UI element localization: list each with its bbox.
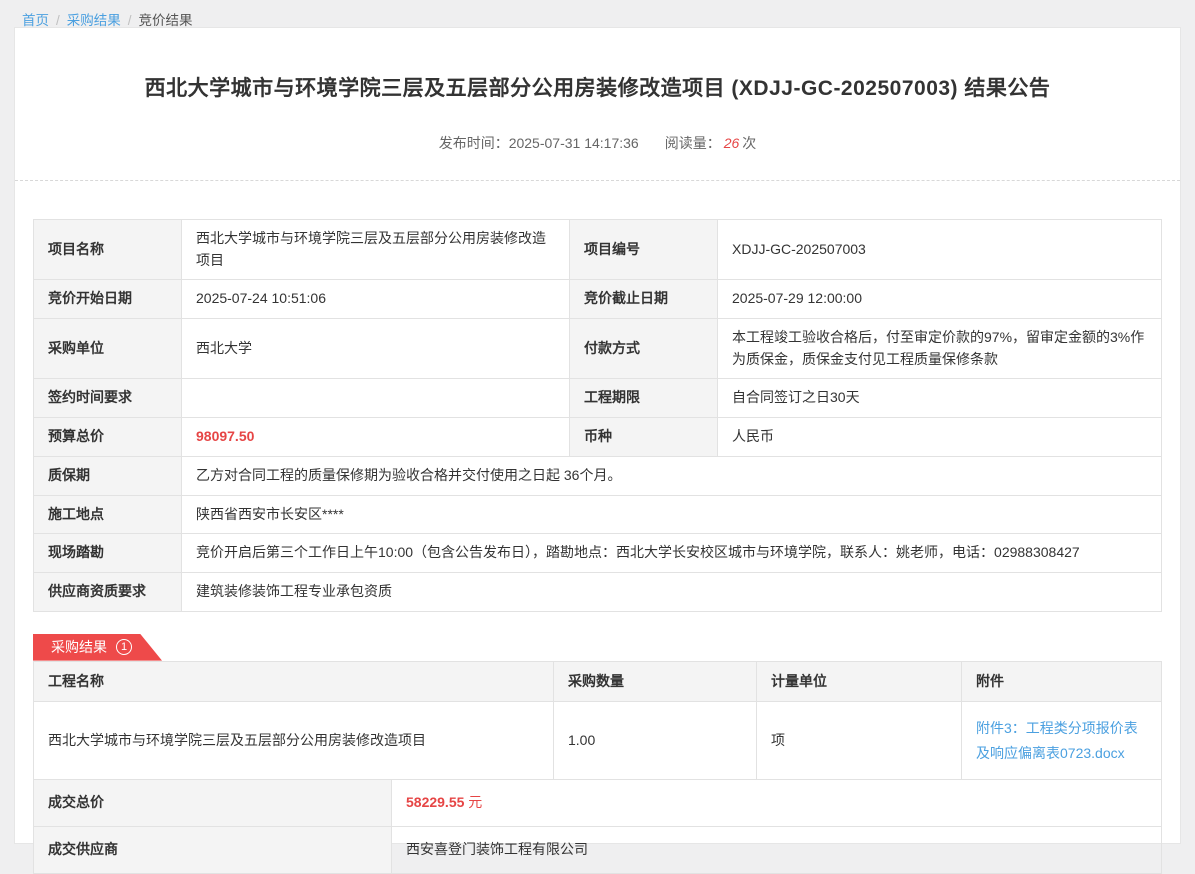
- field-label-location: 施工地点: [34, 495, 182, 534]
- field-value-site-visit: 竞价开启后第三个工作日上午10:00（包含公告发布日），踏勘地点：西北大学长安校…: [182, 534, 1162, 573]
- table-header-row: 工程名称 采购数量 计量单位 附件: [34, 661, 1162, 702]
- table-row: 西北大学城市与环境学院三层及五层部分公用房装修改造项目 1.00 项 附件3：工…: [34, 702, 1162, 780]
- column-header-project-name: 工程名称: [34, 661, 554, 702]
- breadcrumb-level2-link[interactable]: 采购结果: [67, 13, 121, 28]
- views-label: 阅读量：: [665, 135, 721, 151]
- deal-price-label: 成交总价: [34, 780, 392, 827]
- field-label-qualification: 供应商资质要求: [34, 572, 182, 611]
- field-value-budget: 98097.50: [182, 418, 570, 457]
- field-value-project-name: 西北大学城市与环境学院三层及五层部分公用房装修改造项目: [182, 220, 570, 280]
- field-value-duration: 自合同签订之日30天: [718, 379, 1162, 418]
- breadcrumb-home-link[interactable]: 首页: [22, 13, 49, 28]
- field-value-location: 陕西省西安市长安区****: [182, 495, 1162, 534]
- result-quantity: 1.00: [554, 702, 757, 780]
- breadcrumb: 首页 / 采购结果 / 竞价结果: [0, 0, 1195, 27]
- column-header-quantity: 采购数量: [554, 661, 757, 702]
- publish-time-label: 发布时间：: [439, 135, 509, 151]
- field-value-purchaser: 西北大学: [182, 319, 570, 379]
- project-info-table: 项目名称 西北大学城市与环境学院三层及五层部分公用房装修改造项目 项目编号 XD…: [33, 219, 1162, 612]
- field-value-currency: 人民币: [718, 418, 1162, 457]
- result-project-name: 西北大学城市与环境学院三层及五层部分公用房装修改造项目: [34, 702, 554, 780]
- table-row: 成交供应商 西安喜登门装饰工程有限公司: [34, 826, 1162, 873]
- table-row: 质保期 乙方对合同工程的质量保修期为验收合格并交付使用之日起 36个月。: [34, 456, 1162, 495]
- column-header-unit: 计量单位: [757, 661, 962, 702]
- purchase-result-table: 工程名称 采购数量 计量单位 附件 西北大学城市与环境学院三层及五层部分公用房装…: [33, 661, 1162, 781]
- attachment-link[interactable]: 附件3：工程类分项报价表及响应偏离表0723.docx: [976, 720, 1138, 761]
- table-row: 现场踏勘 竞价开启后第三个工作日上午10:00（包含公告发布日），踏勘地点：西北…: [34, 534, 1162, 573]
- deal-price-value: 58229.55 元: [392, 780, 1162, 827]
- result-unit: 项: [757, 702, 962, 780]
- field-label-warranty: 质保期: [34, 456, 182, 495]
- table-row: 施工地点 陕西省西安市长安区****: [34, 495, 1162, 534]
- views-count: 26: [724, 135, 740, 151]
- field-label-project-no: 项目编号: [570, 220, 718, 280]
- breadcrumb-separator: /: [128, 13, 132, 28]
- table-row: 成交总价 58229.55 元: [34, 780, 1162, 827]
- field-value-payment: 本工程竣工验收合格后，付至审定价款的97%，留审定金额的3%作为质保金，质保金支…: [718, 319, 1162, 379]
- field-value-project-no: XDJJ-GC-202507003: [718, 220, 1162, 280]
- field-label-purchaser: 采购单位: [34, 319, 182, 379]
- publish-meta: 发布时间：2025-07-31 14:17:36 阅读量：26次: [33, 133, 1162, 153]
- deal-price-number: 58229.55: [406, 794, 464, 810]
- purchase-result-badge: 采购结果 1: [33, 634, 162, 661]
- breadcrumb-separator: /: [56, 13, 60, 28]
- deal-supplier-label: 成交供应商: [34, 826, 392, 873]
- table-row: 签约时间要求 工程期限 自合同签订之日30天: [34, 379, 1162, 418]
- publish-time-value: 2025-07-31 14:17:36: [509, 135, 639, 151]
- field-label-site-visit: 现场踏勘: [34, 534, 182, 573]
- field-label-start-date: 竞价开始日期: [34, 280, 182, 319]
- field-value-warranty: 乙方对合同工程的质量保修期为验收合格并交付使用之日起 36个月。: [182, 456, 1162, 495]
- column-header-attachment: 附件: [962, 661, 1162, 702]
- field-label-payment: 付款方式: [570, 319, 718, 379]
- table-row: 竞价开始日期 2025-07-24 10:51:06 竞价截止日期 2025-0…: [34, 280, 1162, 319]
- table-row: 采购单位 西北大学 付款方式 本工程竣工验收合格后，付至审定价款的97%，留审定…: [34, 319, 1162, 379]
- field-label-end-date: 竞价截止日期: [570, 280, 718, 319]
- field-label-sign-time: 签约时间要求: [34, 379, 182, 418]
- table-row: 预算总价 98097.50 币种 人民币: [34, 418, 1162, 457]
- table-row: 项目名称 西北大学城市与环境学院三层及五层部分公用房装修改造项目 项目编号 XD…: [34, 220, 1162, 280]
- field-value-start-date: 2025-07-24 10:51:06: [182, 280, 570, 319]
- deal-supplier-value: 西安喜登门装饰工程有限公司: [392, 826, 1162, 873]
- result-attachment-cell: 附件3：工程类分项报价表及响应偏离表0723.docx: [962, 702, 1162, 780]
- field-label-budget: 预算总价: [34, 418, 182, 457]
- badge-label: 采购结果: [51, 637, 107, 657]
- field-label-project-name: 项目名称: [34, 220, 182, 280]
- announcement-card: 西北大学城市与环境学院三层及五层部分公用房装修改造项目 (XDJJ-GC-202…: [14, 27, 1181, 844]
- field-value-sign-time: [182, 379, 570, 418]
- breadcrumb-current: 竞价结果: [139, 13, 193, 28]
- field-label-currency: 币种: [570, 418, 718, 457]
- deal-price-unit: 元: [468, 794, 482, 810]
- page-title: 西北大学城市与环境学院三层及五层部分公用房装修改造项目 (XDJJ-GC-202…: [33, 28, 1162, 102]
- badge-count: 1: [116, 639, 132, 655]
- dashed-divider: [15, 180, 1180, 181]
- views-unit: 次: [742, 135, 756, 151]
- field-value-end-date: 2025-07-29 12:00:00: [718, 280, 1162, 319]
- purchase-result-section: 采购结果 1 工程名称 采购数量 计量单位 附件 西北大学城市与环境学院三层及五…: [33, 634, 1162, 874]
- field-label-duration: 工程期限: [570, 379, 718, 418]
- deal-summary-table: 成交总价 58229.55 元 成交供应商 西安喜登门装饰工程有限公司: [33, 779, 1162, 873]
- field-value-qualification: 建筑装修装饰工程专业承包资质: [182, 572, 1162, 611]
- table-row: 供应商资质要求 建筑装修装饰工程专业承包资质: [34, 572, 1162, 611]
